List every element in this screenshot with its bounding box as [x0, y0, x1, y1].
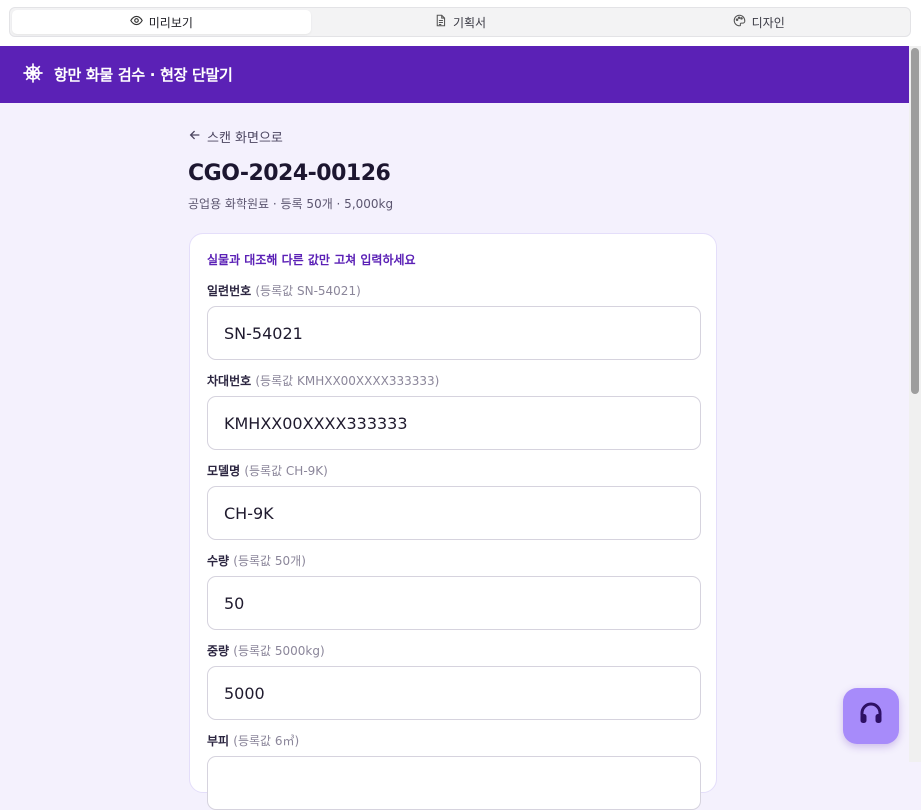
field-name: 모델명: [207, 464, 241, 478]
registered-value: (등록값 6㎥): [233, 734, 300, 748]
top-tab-bar-area: 미리보기 기획서 디자인: [0, 0, 921, 46]
eye-icon: [129, 14, 143, 30]
ship-wheel-icon: [22, 62, 44, 88]
field-name: 차대번호: [207, 374, 252, 388]
serial-number-input[interactable]: [207, 306, 701, 360]
document-icon: [434, 14, 447, 30]
tab-preview-label: 미리보기: [148, 15, 193, 30]
field-name: 부피: [207, 734, 230, 748]
volume-input[interactable]: [207, 756, 701, 810]
registered-value: (등록값 5000kg): [233, 644, 325, 658]
field-label-serial: 일련번호 (등록값 SN-54021): [207, 282, 361, 299]
field-name: 중량: [207, 644, 230, 658]
scrollbar-thumb[interactable]: [911, 48, 919, 394]
help-button[interactable]: [843, 688, 899, 744]
field-name: 수량: [207, 554, 230, 568]
field-label-vin: 차대번호 (등록값 KMHXX00XXXX333333): [207, 372, 439, 389]
weight-input[interactable]: [207, 666, 701, 720]
vin-input[interactable]: [207, 396, 701, 450]
palette-icon: [733, 14, 746, 30]
registered-value: (등록값 SN-54021): [255, 284, 361, 298]
view-tabs: 미리보기 기획서 디자인: [9, 7, 911, 37]
arrow-left-icon: [188, 128, 202, 146]
tab-design[interactable]: 디자인: [609, 10, 908, 34]
field-label-quantity: 수량 (등록값 50개): [207, 552, 306, 569]
back-link-label: 스캔 화면으로: [207, 131, 283, 146]
cargo-summary: 공업용 화학원료 · 등록 50개 · 5,000kg: [188, 197, 394, 211]
model-name-input[interactable]: [207, 486, 701, 540]
field-name: 일련번호: [207, 284, 252, 298]
headset-icon: [856, 699, 886, 733]
form-hint: 실물과 대조해 다른 값만 고쳐 입력하세요: [207, 253, 416, 267]
tab-preview[interactable]: 미리보기: [12, 10, 311, 34]
tab-spec-label: 기획서: [452, 15, 487, 30]
registered-value: (등록값 KMHXX00XXXX333333): [255, 374, 440, 388]
inspection-form-card: 실물과 대조해 다른 값만 고쳐 입력하세요 일련번호 (등록값 SN-5402…: [189, 233, 717, 810]
back-to-scan-link[interactable]: 스캔 화면으로: [188, 127, 283, 146]
app-title: 항만 화물 검수 · 현장 단말기: [54, 66, 233, 84]
registered-value: (등록값 CH-9K): [244, 464, 328, 478]
registered-value: (등록값 50개): [233, 554, 306, 568]
app-header: 항만 화물 검수 · 현장 단말기: [0, 46, 909, 103]
field-label-model: 모델명 (등록값 CH-9K): [207, 462, 328, 479]
field-label-volume: 부피 (등록값 6㎥): [207, 732, 299, 749]
tab-design-label: 디자인: [751, 15, 785, 30]
quantity-input[interactable]: [207, 576, 701, 630]
page-scrollbar[interactable]: [909, 46, 921, 762]
cargo-id-title: CGO-2024-00126: [188, 161, 391, 186]
field-label-weight: 중량 (등록값 5000kg): [207, 642, 325, 659]
tab-spec[interactable]: 기획서: [311, 10, 610, 34]
